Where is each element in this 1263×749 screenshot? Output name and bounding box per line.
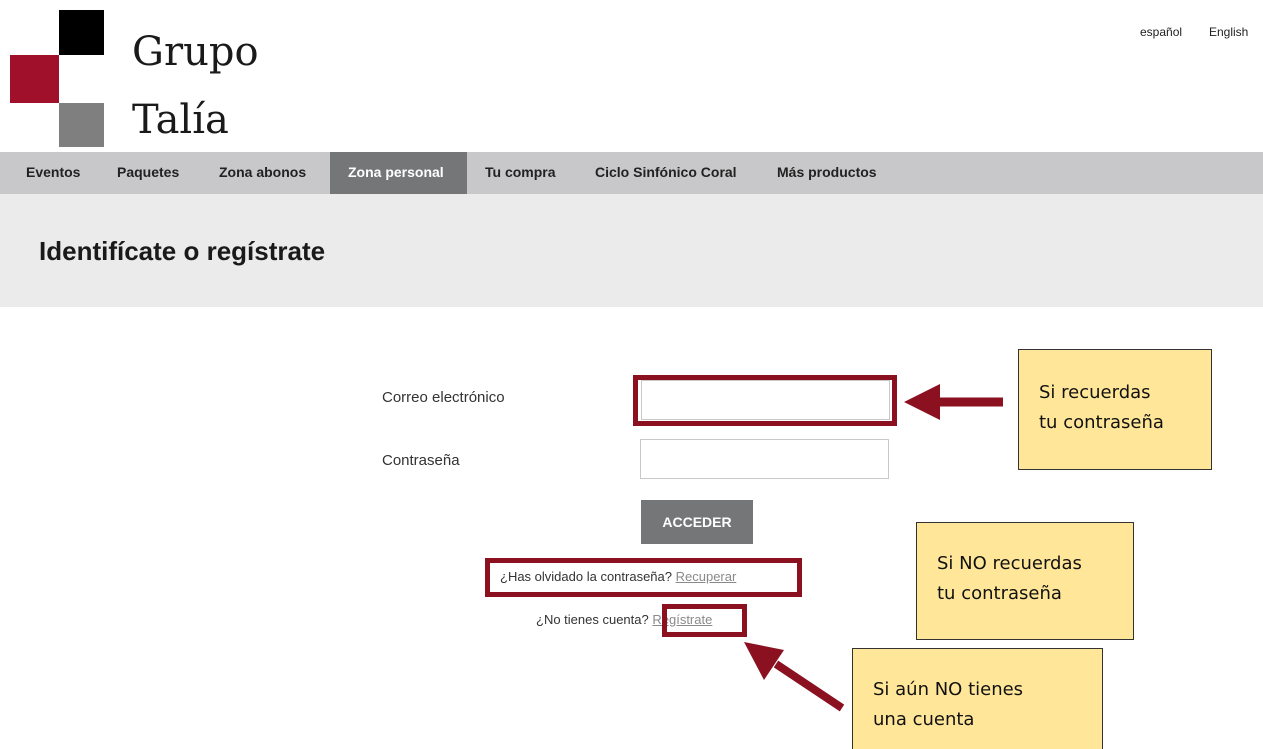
logo-black-square (59, 10, 104, 55)
email-label: Correo electrónico (382, 389, 505, 406)
callout-no-recuerdas-line2: tu contraseña (937, 583, 1062, 604)
nav-item-ciclo-sinfonico-coral[interactable]: Ciclo Sinfónico Coral (577, 152, 755, 194)
callout-recuerdas-line1: Si recuerdas (1039, 382, 1151, 403)
password-label: Contraseña (382, 452, 460, 469)
arrow-to-register-icon (744, 642, 845, 712)
page-title: Identifícate o regístrate (39, 236, 326, 266)
register-highlight-box (662, 604, 747, 637)
callout-no-cuenta: Si aún NO tienes una cuenta (852, 648, 1103, 749)
callout-recuerdas-line2: tu contraseña (1039, 412, 1164, 433)
email-highlight-box (633, 375, 897, 426)
main-nav: Eventos Paquetes Zona abonos Zona person… (0, 152, 1263, 194)
logo-red-square (10, 55, 59, 103)
nav-item-tu-compra[interactable]: Tu compra (467, 152, 574, 194)
callout-no-cuenta-line2: una cuenta (873, 709, 975, 730)
language-english-link[interactable]: English (1209, 25, 1248, 39)
arrow-to-email-icon (904, 384, 1003, 420)
callout-recuerdas: Si recuerdas tu contraseña (1018, 349, 1212, 470)
nav-item-paquetes[interactable]: Paquetes (99, 152, 197, 194)
nav-item-zona-abonos[interactable]: Zona abonos (201, 152, 324, 194)
logo-text-line1: Grupo (132, 29, 259, 75)
callout-no-cuenta-line1: Si aún NO tienes (873, 679, 1024, 700)
forgot-highlight-box (485, 558, 802, 597)
callout-no-recuerdas: Si NO recuerdas tu contraseña (916, 522, 1134, 640)
language-spanish-link[interactable]: español (1140, 25, 1182, 39)
password-input[interactable] (640, 439, 889, 479)
nav-item-eventos[interactable]: Eventos (8, 152, 98, 194)
register-text: ¿No tienes cuenta? (536, 612, 649, 627)
logo-text-line2: Talía (132, 97, 229, 143)
callout-no-recuerdas-line1: Si NO recuerdas (937, 553, 1082, 574)
logo-gray-square (59, 103, 104, 147)
nav-item-zona-personal[interactable]: Zona personal (330, 152, 467, 194)
nav-item-mas-productos[interactable]: Más productos (759, 152, 895, 194)
acceder-button[interactable]: ACCEDER (641, 500, 753, 544)
